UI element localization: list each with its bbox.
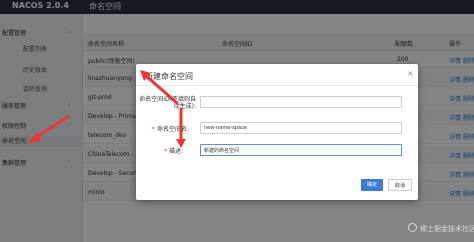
close-icon[interactable]: ×	[407, 69, 414, 78]
watermark-text: 稀土掘金技术社区	[420, 225, 474, 233]
required-asterisk: *	[164, 148, 167, 155]
namespace-name-label: * 命名空间名:	[152, 124, 189, 133]
namespace-id-input[interactable]	[200, 96, 402, 108]
cancel-button[interactable]: 取消	[388, 179, 412, 191]
namespace-name-input[interactable]	[200, 122, 402, 134]
namespace-name-label-text: 命名空间名:	[157, 126, 190, 133]
required-asterisk: *	[152, 126, 155, 133]
description-label: * 描述:	[164, 146, 183, 155]
namespace-id-label: 命名空间ID(不填则自动生成):	[139, 96, 196, 110]
dialog-title: 新建命名空间	[145, 72, 193, 81]
confirm-button[interactable]: 确定	[361, 179, 383, 191]
description-input[interactable]	[200, 144, 402, 156]
dialog-divider	[136, 85, 418, 86]
new-namespace-dialog: 新建命名空间 × 命名空间ID(不填则自动生成): *命名空间名: *描述: 确…	[136, 64, 418, 200]
watermark-logo-icon	[408, 223, 417, 232]
description-label-text: 描述:	[169, 148, 184, 155]
